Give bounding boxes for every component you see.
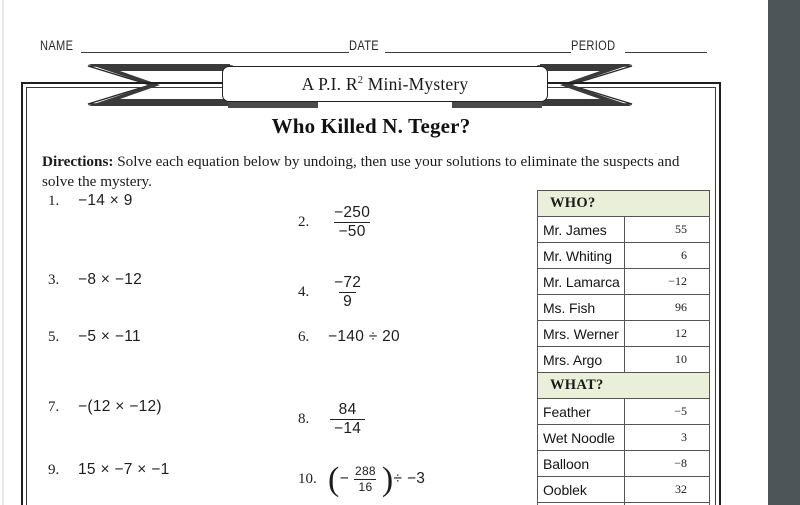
table-row: Feather −5 xyxy=(537,398,710,425)
weapon-name: Ooblek xyxy=(537,476,625,503)
fraction-denominator: −50 xyxy=(334,222,370,240)
problem-number: 1. xyxy=(48,192,60,209)
suspect-name: Mr. James xyxy=(537,216,625,243)
problem-expression: −8 × −12 xyxy=(78,271,143,288)
table-row: Mr. James 55 xyxy=(537,216,710,243)
table-row: Wet Noodle 3 xyxy=(537,424,710,451)
weapon-value: −5 xyxy=(624,398,710,425)
suspect-name: Mr. Lamarca xyxy=(537,268,625,295)
directions-body: Solve each equation below by undoing, th… xyxy=(42,153,680,190)
problem-expression: −250 −50 xyxy=(328,204,376,241)
problem-expression: −(12 × −12) xyxy=(78,398,162,415)
banner-title: A P.I. R2 Mini-Mystery xyxy=(301,73,469,94)
fraction: −72 9 xyxy=(330,274,365,311)
fraction-numerator: 288 xyxy=(354,464,376,478)
scan-border-strip xyxy=(768,0,800,505)
fraction: 288 16 xyxy=(351,465,380,493)
suspect-value: 6 xyxy=(624,242,710,269)
problem-1: 1. −14 × 9 xyxy=(48,192,133,210)
fraction-sign: − xyxy=(339,470,349,488)
problem-number: 6. xyxy=(298,328,310,345)
problem-expression: −72 9 xyxy=(328,274,367,311)
suspect-value: 10 xyxy=(624,346,710,373)
problem-4: 4. −72 9 xyxy=(298,274,367,311)
problem-expression: −5 × −11 xyxy=(78,328,141,345)
suspect-name: Mrs. Argo xyxy=(537,346,625,373)
problem-number: 9. xyxy=(48,461,60,478)
page-title: Who Killed N. Teger? xyxy=(271,114,471,138)
who-header-row: WHO? xyxy=(537,190,710,217)
banner-title-box: A P.I. R2 Mini-Mystery xyxy=(222,66,548,102)
suspect-value: 12 xyxy=(624,320,710,347)
problem-expression: ( − 288 16 ) ÷ −3 xyxy=(328,460,426,498)
problem-number: 7. xyxy=(48,398,60,415)
problem-expression: 15 × −7 × −1 xyxy=(78,461,170,478)
weapon-value: 3 xyxy=(624,424,710,451)
problem-number: 2. xyxy=(298,214,310,231)
problem-number: 3. xyxy=(48,271,60,288)
fraction: 84 −14 xyxy=(330,401,366,438)
fraction-denominator: 16 xyxy=(354,478,377,494)
problem-7: 7. −(12 × −12) xyxy=(48,398,162,416)
suspect-name: Mrs. Werner xyxy=(537,320,625,347)
table-row: Mrs. Werner 12 xyxy=(537,320,710,347)
worksheet-page: NAME DATE PERIOD A P.I. R2 Mini-Mystery … xyxy=(0,0,800,505)
close-paren: ) xyxy=(381,460,394,498)
suspect-value: 96 xyxy=(624,294,710,321)
problem-number: 10. xyxy=(298,470,317,487)
suspects-table: WHO? Mr. James 55 Mr. Whiting 6 Mr. Lama… xyxy=(537,190,710,505)
problem-number: 4. xyxy=(298,284,310,301)
problem-number: 8. xyxy=(298,411,310,428)
weapon-value: 32 xyxy=(624,476,710,503)
weapon-name: Feather xyxy=(537,398,625,425)
weapon-name: Balloon xyxy=(537,450,625,477)
problem-8: 8. 84 −14 xyxy=(298,401,367,438)
table-row: Mr. Lamarca −12 xyxy=(537,268,710,295)
fraction-denominator: −14 xyxy=(330,419,366,437)
suspect-name: Ms. Fish xyxy=(537,294,625,321)
directions-text: Directions: Solve each equation below by… xyxy=(42,152,682,191)
problem-expression: 84 −14 xyxy=(328,401,367,438)
open-paren: ( xyxy=(328,460,340,498)
what-header-row: WHAT? xyxy=(537,372,710,399)
suspect-name: Mr. Whiting xyxy=(537,242,625,269)
directions-label: Directions: xyxy=(42,153,114,170)
weapon-value: −8 xyxy=(624,450,710,477)
table-row: Mrs. Argo 10 xyxy=(537,346,710,373)
problem-10: 10. ( − 288 16 ) ÷ −3 xyxy=(298,460,426,498)
problem-number: 5. xyxy=(48,328,60,345)
problem-3: 3. −8 × −12 xyxy=(48,271,142,289)
table-row: Ms. Fish 96 xyxy=(537,294,710,321)
problem-expression: −14 × 9 xyxy=(78,192,133,209)
table-row: Mr. Whiting 6 xyxy=(537,242,710,269)
who-header-label: WHO? xyxy=(537,190,710,217)
problem-2: 2. −250 −50 xyxy=(298,204,376,241)
suspect-value: 55 xyxy=(624,216,710,243)
fraction-numerator: 84 xyxy=(338,401,357,418)
problem-5: 5. −5 × −11 xyxy=(48,328,141,346)
fraction: −250 −50 xyxy=(330,204,374,241)
what-header-label: WHAT? xyxy=(537,372,710,399)
problem-trailing-operator: ÷ −3 xyxy=(393,470,426,488)
fraction-numerator: −72 xyxy=(334,274,362,291)
fraction-denominator: 9 xyxy=(339,292,357,310)
problem-expression: −140 ÷ 20 xyxy=(328,328,400,345)
weapon-name: Wet Noodle xyxy=(537,424,625,451)
suspect-value: −12 xyxy=(624,268,710,295)
table-row: Balloon −8 xyxy=(537,450,710,477)
table-row: Ooblek 32 xyxy=(537,476,710,503)
problem-6: 6. −140 ÷ 20 xyxy=(298,328,400,346)
fraction-numerator: −250 xyxy=(334,204,371,221)
problem-9: 9. 15 × −7 × −1 xyxy=(48,461,170,479)
